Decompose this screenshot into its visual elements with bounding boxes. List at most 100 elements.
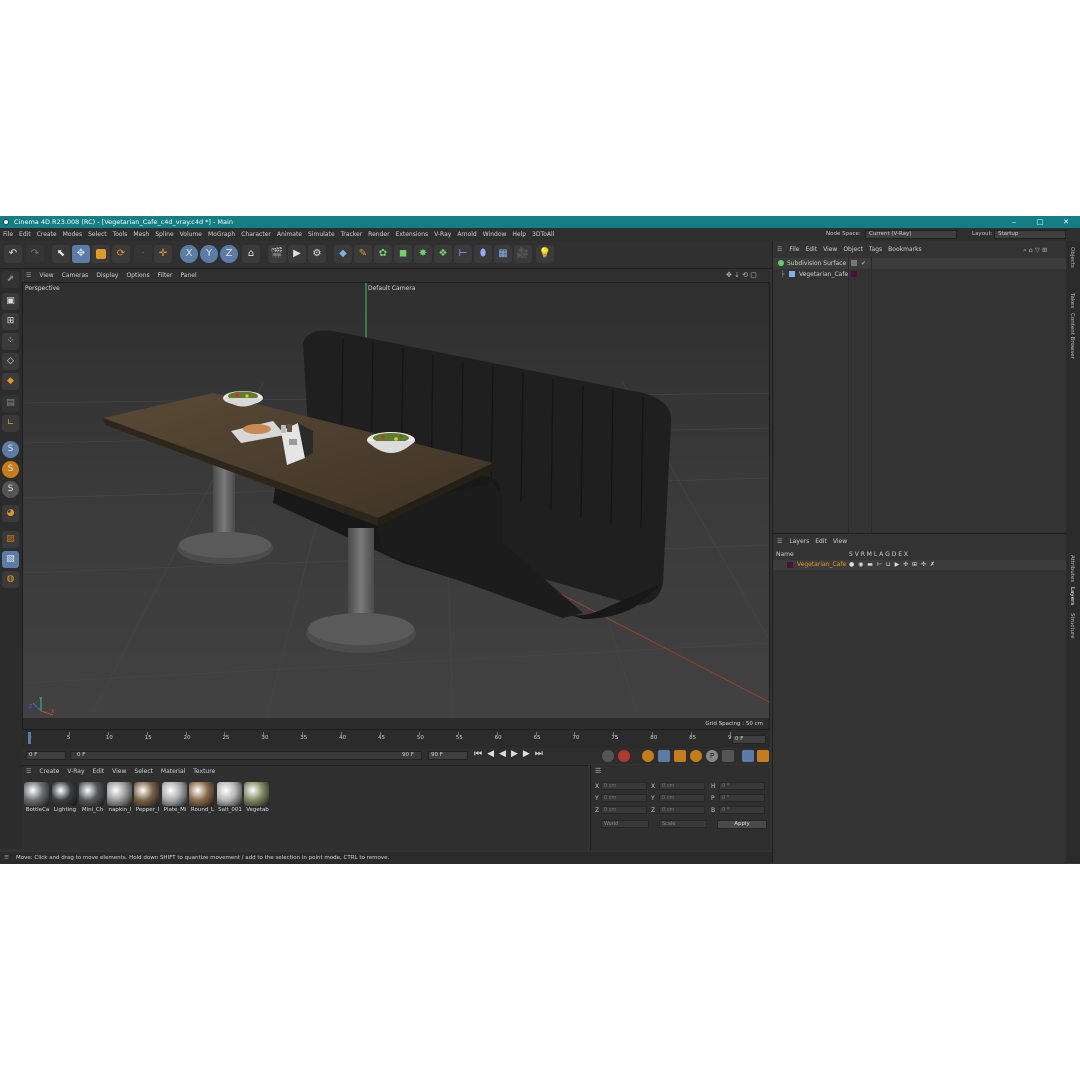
y-axis-lock-button[interactable]: Y — [200, 245, 218, 263]
material-swatch[interactable]: Mini_Ch — [79, 782, 104, 814]
viewport-menu-display[interactable]: Display — [92, 269, 122, 282]
pos-y-field[interactable]: 0 cm — [601, 794, 647, 802]
object-menu-icon[interactable]: ☰ — [773, 244, 786, 256]
uv-mode-icon[interactable]: ▤ — [2, 395, 19, 412]
material-swatch[interactable]: napkin_l — [106, 782, 132, 814]
menu-arnold[interactable]: Arnold — [454, 228, 479, 241]
3d-viewport[interactable]: Perspective Default Camera Y Z X Grid Sp… — [22, 282, 770, 730]
menu-create[interactable]: Create — [34, 228, 60, 241]
coordinate-system-icon[interactable]: ⌂ — [242, 245, 260, 263]
tab-structure[interactable]: Structure — [1069, 613, 1075, 639]
object-menu-file[interactable]: File — [786, 244, 802, 256]
viewport-menu-icon[interactable]: ☰ — [22, 269, 35, 282]
material-swatch[interactable]: Plate_Mi — [161, 782, 187, 814]
points-mode-icon[interactable]: ⁘ — [2, 333, 19, 350]
material-swatch[interactable]: Lighting — [51, 782, 77, 814]
object-menu-object[interactable]: Object — [840, 244, 866, 256]
enabled-checkmark-icon[interactable]: ✔ — [861, 258, 866, 269]
polygons-mode-icon[interactable]: ◆ — [2, 373, 19, 390]
menu-extensions[interactable]: Extensions — [393, 228, 432, 241]
key-rotation-icon[interactable] — [690, 750, 702, 762]
viewport-nav-icons[interactable]: ✥ ⇣ ⟲ ▢ — [726, 269, 757, 282]
record-keys-icon[interactable] — [602, 750, 614, 762]
timeline-ruler[interactable]: 051015202530354045505560657075808590 0 F — [22, 730, 770, 748]
menu-character[interactable]: Character — [238, 228, 274, 241]
scale-tool-icon[interactable] — [92, 245, 110, 263]
viewport-menu-panel[interactable]: Panel — [176, 269, 200, 282]
material-menu-texture[interactable]: Texture — [189, 766, 219, 778]
layer-menu-view[interactable]: View — [830, 536, 850, 548]
object-row[interactable]: Subdivision Surface ✔ — [773, 258, 1067, 269]
size-mode-dropdown[interactable]: Scale — [659, 820, 707, 828]
material-swatch[interactable]: Round_L — [189, 782, 214, 814]
menu-mograph[interactable]: MoGraph — [205, 228, 238, 241]
deformer-icon[interactable]: ✸ — [414, 245, 432, 263]
b-field[interactable]: 0 ° — [719, 806, 765, 814]
planar-workplane-icon[interactable]: ◍ — [2, 571, 19, 588]
material-swatch[interactable]: Pepper_l — [134, 782, 159, 814]
pen-spline-icon[interactable]: ✎ — [354, 245, 372, 263]
object-menu-view[interactable]: View — [820, 244, 840, 256]
layer-color-swatch[interactable] — [787, 562, 793, 568]
visibility-toggle[interactable] — [851, 260, 857, 266]
material-swatch[interactable]: BottleCa — [24, 782, 49, 814]
z-axis-lock-button[interactable]: Z — [220, 245, 238, 263]
node-space-dropdown[interactable]: Current (V-Ray) — [865, 230, 957, 239]
tab-layers[interactable]: Layers — [1069, 587, 1075, 605]
object-search-icons[interactable]: ⌕ ⌂ ▽ ⊞ — [1023, 244, 1047, 256]
object-row[interactable]: ├ Vegetarian_Cafe — [773, 269, 1067, 280]
quantize-icon[interactable]: S — [2, 481, 19, 498]
floor-icon[interactable]: ▦ — [494, 245, 512, 263]
menu-vray[interactable]: V-Ray — [431, 228, 454, 241]
locked-workplane-icon[interactable]: ▧ — [2, 551, 19, 568]
maximize-button[interactable]: □ — [1028, 216, 1052, 228]
axis-mode-icon[interactable]: ∟ — [2, 415, 19, 432]
current-frame-field[interactable]: 0 F — [732, 735, 766, 744]
viewport-menu-options[interactable]: Options — [122, 269, 153, 282]
object-menu-tags[interactable]: Tags — [866, 244, 885, 256]
size-y-field[interactable]: 0 cm — [659, 794, 705, 802]
material-menu-vray[interactable]: V-Ray — [63, 766, 88, 778]
render-view-icon[interactable]: 🎬 — [268, 245, 286, 263]
redo-icon[interactable]: ↷ — [26, 245, 44, 263]
layer-menu-layers[interactable]: Layers — [786, 536, 812, 548]
material-swatch[interactable]: Salt_001 — [216, 782, 242, 814]
key-pla-icon[interactable] — [722, 750, 734, 762]
viewport-menu-cameras[interactable]: Cameras — [58, 269, 93, 282]
scheme-icon[interactable] — [742, 750, 754, 762]
material-swatch[interactable]: Vegetab — [244, 782, 269, 814]
menu-window[interactable]: Window — [480, 228, 510, 241]
tab-takes[interactable]: Takes — [1069, 293, 1075, 308]
material-menu-select[interactable]: Select — [130, 766, 157, 778]
texture-mode-icon[interactable]: ⊞ — [2, 313, 19, 330]
menu-select[interactable]: Select — [85, 228, 110, 241]
viewport-menu-filter[interactable]: Filter — [154, 269, 177, 282]
layer-row[interactable]: Vegetarian_Cafe ● ◉ ▬ ⊢ ⊔ ▶ ✣ ⊞ ✣ ✗ — [773, 560, 1067, 570]
object-menu-edit[interactable]: Edit — [802, 244, 820, 256]
tab-content-browser[interactable]: Content Browser — [1069, 313, 1075, 359]
rotate-tool-icon[interactable]: ⟳ — [112, 245, 130, 263]
edges-mode-icon[interactable]: ◇ — [2, 353, 19, 370]
material-menu-edit[interactable]: Edit — [89, 766, 109, 778]
menu-render[interactable]: Render — [365, 228, 392, 241]
cube-primitive-icon[interactable]: ◆ — [334, 245, 352, 263]
render-settings-icon[interactable]: ⚙ — [308, 245, 326, 263]
tab-attributes[interactable]: Attributes — [1069, 555, 1075, 582]
key-scale-icon[interactable] — [674, 750, 686, 762]
layer-menu-icon[interactable]: ☰ — [773, 536, 786, 548]
generator-icon[interactable]: ◼ — [394, 245, 412, 263]
mograph-cloner-icon[interactable]: ❖ — [434, 245, 452, 263]
recent-tool-icon[interactable]: · — [134, 245, 152, 263]
viewport-camera-label[interactable]: Default Camera — [368, 285, 415, 292]
environment-icon[interactable]: ⬮ — [474, 245, 492, 263]
move-tool-icon[interactable]: ✥ — [72, 245, 90, 263]
menu-3dtoall[interactable]: 3DToAll — [529, 228, 557, 241]
close-button[interactable]: ✕ — [1054, 216, 1078, 228]
layout-dropdown[interactable]: Startup — [994, 230, 1066, 239]
snap-icon[interactable]: S — [2, 441, 19, 458]
snap-settings-icon[interactable]: S — [2, 461, 19, 478]
size-x-field[interactable]: 0 cm — [659, 782, 705, 790]
add-tool-icon[interactable]: ✛ — [154, 245, 172, 263]
workplane-icon[interactable]: ▨ — [2, 531, 19, 548]
minimize-button[interactable]: ‒ — [1002, 216, 1026, 228]
